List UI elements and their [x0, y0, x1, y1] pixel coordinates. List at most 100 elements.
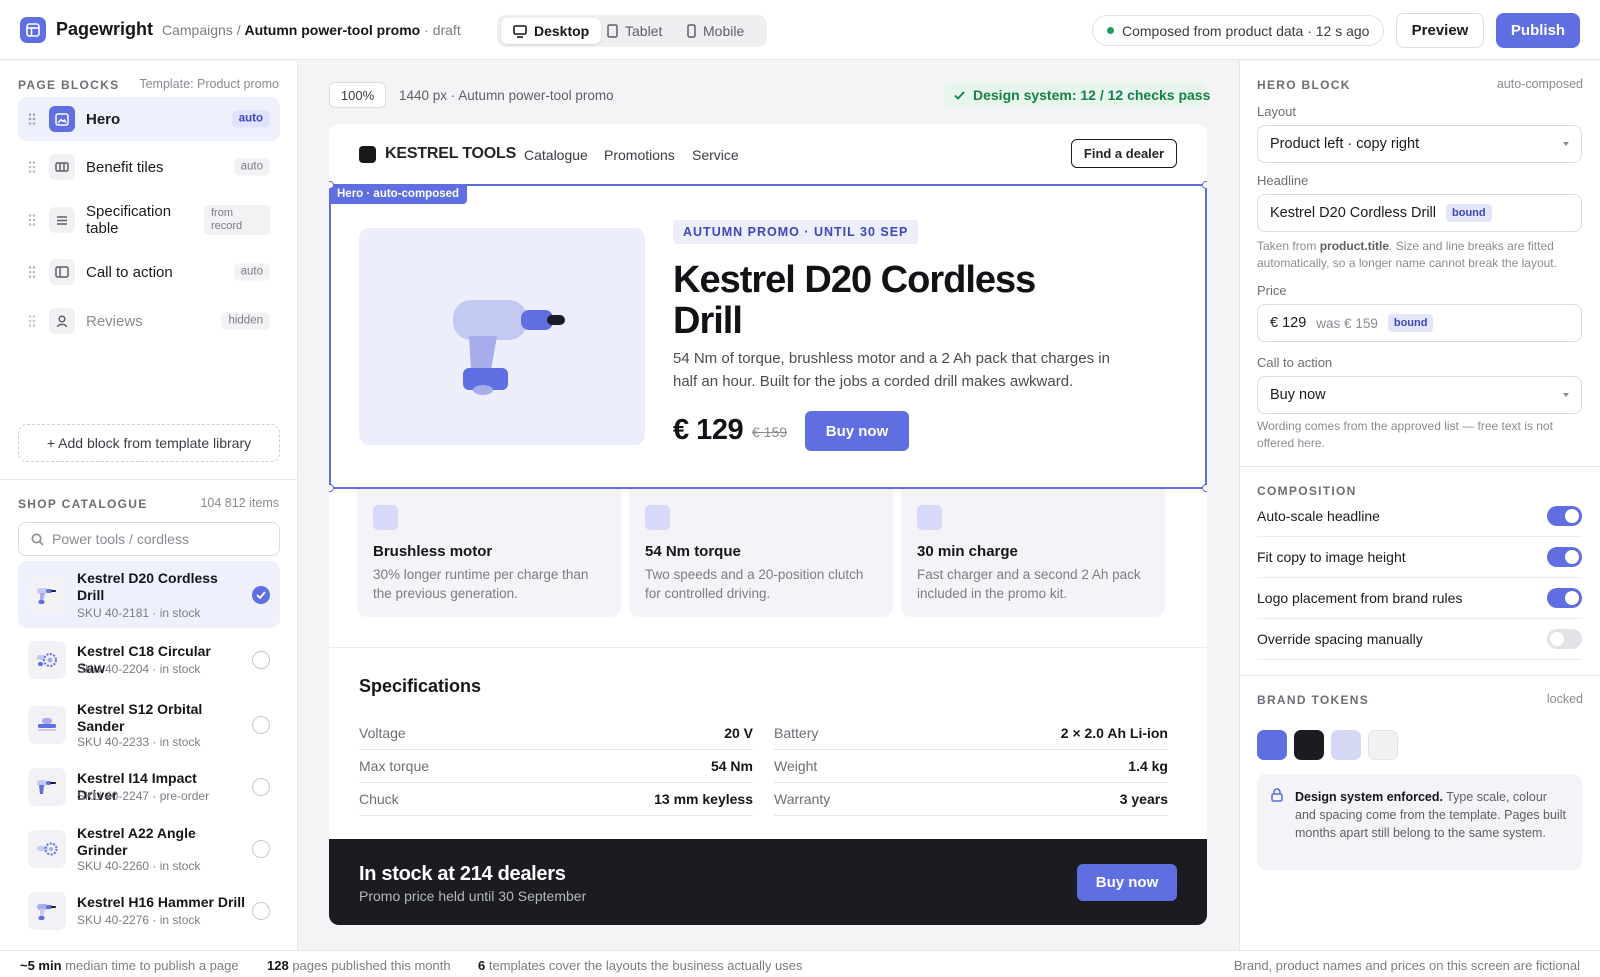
benefit-text: Fast charger and a second 2 Ah pack incl…	[917, 567, 1141, 601]
color-swatch-accent	[1257, 730, 1287, 760]
select-radio[interactable]	[252, 778, 270, 796]
headline-hint: Taken from product.title. Size and line …	[1257, 238, 1582, 271]
device-tablet-button[interactable]: Tablet	[595, 18, 674, 44]
breadcrumb: Campaigns / Autumn power-tool promo · dr…	[162, 22, 461, 38]
draft-state: · draft	[424, 22, 461, 38]
cta-buy-button[interactable]: Buy now	[1077, 864, 1177, 901]
headline-field[interactable]: Kestrel D20 Cordless Drill bound	[1257, 194, 1582, 232]
cta-select[interactable]: Buy now	[1257, 376, 1582, 414]
resize-handle[interactable]	[1202, 181, 1207, 189]
benefit-title: 30 min charge	[917, 543, 1018, 560]
bound-badge: bound	[1387, 314, 1434, 332]
design-system-note: Design system enforced. Type scale, colo…	[1257, 774, 1582, 870]
toggle-fit-copy: Fit copy to image height	[1257, 537, 1582, 578]
product-item-kestrel-c18[interactable]: Kestrel C18 Circular Saw SKU 40-2204 · i…	[18, 635, 280, 685]
site-nav-link[interactable]: Catalogue	[524, 147, 588, 163]
spec-row: Warranty 3 years	[774, 782, 1168, 816]
layout-label: Layout	[1257, 104, 1297, 119]
compose-status: Composed from product data · 12 s ago	[1092, 15, 1384, 46]
image-icon	[49, 106, 75, 132]
layout-select[interactable]: Product left · copy right	[1257, 125, 1582, 163]
block-item-hero[interactable]: Hero auto	[18, 97, 280, 141]
toggle-switch[interactable]	[1547, 506, 1582, 526]
select-radio[interactable]	[252, 651, 270, 669]
catalogue-search-input[interactable]	[52, 531, 262, 547]
block-item-call-to-action[interactable]: Call to action auto	[18, 253, 280, 291]
spec-row: Voltage 20 V	[359, 716, 753, 750]
hero-buy-button[interactable]: Buy now	[805, 411, 909, 451]
driver-icon	[28, 768, 66, 806]
block-item-reviews[interactable]: Reviews hidden	[18, 302, 280, 340]
publish-button[interactable]: Publish	[1496, 13, 1580, 48]
sidebar-divider	[0, 479, 298, 480]
selected-check-icon[interactable]	[252, 585, 270, 604]
compose-status-text: Composed from product data · 12 s ago	[1122, 22, 1370, 39]
inspector-mode: auto-composed	[1496, 77, 1583, 91]
block-tag: hidden	[221, 312, 270, 330]
status-dot-icon	[1107, 27, 1114, 34]
hammer-drill-icon	[28, 892, 66, 930]
find-dealer-button[interactable]: Find a dealer	[1071, 139, 1177, 168]
select-radio[interactable]	[252, 716, 270, 734]
hero-block-selected[interactable]: Hero · auto-composed AUTUMN PROMO · UNTI…	[329, 181, 1207, 492]
preview-button[interactable]: Preview	[1396, 13, 1484, 48]
spec-row: Chuck 13 mm keyless	[359, 782, 753, 816]
desktop-icon	[513, 24, 527, 38]
select-radio[interactable]	[252, 840, 270, 858]
layout-value: Product left · copy right	[1270, 136, 1420, 152]
promo-badge: AUTUMN PROMO · UNTIL 30 SEP	[673, 220, 919, 244]
benefit-tile: Brushless motor 30% longer runtime per c…	[357, 489, 621, 617]
toggle-label: Auto-scale headline	[1257, 508, 1380, 524]
block-item-benefit-tiles[interactable]: Benefit tiles auto	[18, 148, 280, 186]
toggle-switch[interactable]	[1547, 588, 1582, 608]
block-tag: auto	[233, 158, 270, 176]
headline-label: Headline	[1257, 173, 1309, 188]
drag-handle-icon[interactable]	[28, 315, 36, 328]
product-item-kestrel-s12[interactable]: Kestrel S12 Orbital Sander SKU 40-2233 ·…	[18, 693, 280, 757]
site-nav: KESTREL TOOLS Catalogue Promotions Servi…	[329, 124, 1207, 184]
hint-text: Taken from	[1257, 239, 1320, 253]
site-nav-link[interactable]: Promotions	[604, 147, 675, 163]
price-label: Price	[1257, 283, 1287, 298]
stat-label: templates cover the layouts the business…	[485, 958, 803, 973]
device-desktop-button[interactable]: Desktop	[501, 18, 602, 44]
template-name: Template: Product promo	[139, 77, 279, 91]
chevron-down-icon	[1563, 393, 1569, 397]
product-item-kestrel-d20[interactable]: Kestrel D20 Cordless Drill SKU 40-2181 ·…	[18, 561, 280, 628]
product-item-kestrel-h16[interactable]: Kestrel H16 Hammer Drill SKU 40-2276 · i…	[18, 886, 280, 936]
sander-icon	[28, 706, 66, 744]
site-nav-link[interactable]: Service	[692, 147, 739, 163]
device-mobile-button[interactable]: Mobile	[675, 18, 756, 44]
product-item-kestrel-a22[interactable]: Kestrel A22 Angle Grinder SKU 40-2260 · …	[18, 817, 280, 881]
product-item-kestrel-i14[interactable]: Kestrel I14 Impact Driver SKU 40-2247 · …	[18, 762, 280, 812]
price-was-value: was € 159	[1316, 315, 1378, 331]
catalogue-search[interactable]	[18, 522, 280, 556]
stat-value: 128	[267, 958, 289, 973]
toggle-switch[interactable]	[1547, 547, 1582, 567]
spec-value: 54 Nm	[710, 757, 753, 774]
toggle-switch[interactable]	[1547, 629, 1582, 649]
page-preview: KESTREL TOOLS Catalogue Promotions Servi…	[329, 124, 1207, 925]
drag-handle-icon[interactable]	[28, 214, 36, 227]
panel-icon	[49, 259, 75, 285]
price-field[interactable]: € 129 was € 159 bound	[1257, 304, 1582, 342]
toggle-label: Override spacing manually	[1257, 631, 1423, 647]
block-item-specification-table[interactable]: Specification table from record	[18, 197, 280, 243]
drag-handle-icon[interactable]	[28, 161, 36, 174]
lock-icon	[1271, 788, 1283, 802]
select-radio[interactable]	[252, 902, 270, 920]
device-desktop-label: Desktop	[534, 23, 590, 39]
benefit-text: 30% longer runtime per charge than the p…	[373, 567, 589, 601]
zoom-level[interactable]: 100%	[329, 82, 386, 108]
resize-handle[interactable]	[329, 484, 334, 492]
add-block-button[interactable]: + Add block from template library	[18, 424, 280, 462]
resize-handle[interactable]	[1202, 484, 1207, 492]
list-icon	[49, 207, 75, 233]
breadcrumb-root[interactable]: Campaigns /	[162, 22, 241, 38]
stat-label: pages published this month	[288, 958, 451, 973]
drag-handle-icon[interactable]	[28, 113, 36, 126]
drag-handle-icon[interactable]	[28, 266, 36, 279]
spec-value: 20 V	[724, 724, 753, 741]
catalogue-title: Shop catalogue	[18, 497, 148, 511]
spec-row: Max torque 54 Nm	[359, 749, 753, 783]
